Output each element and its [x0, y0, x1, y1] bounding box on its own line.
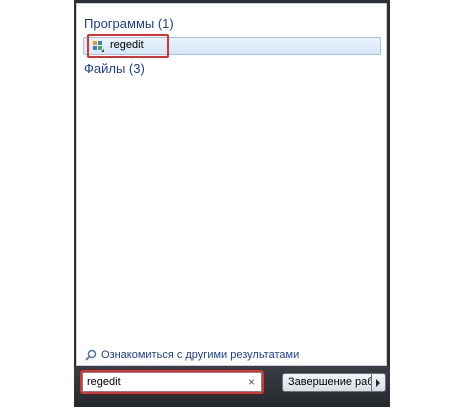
result-item-regedit[interactable]: regedit — [83, 37, 381, 55]
shutdown-button[interactable]: Завершение раб — [282, 373, 372, 392]
chevron-right-icon[interactable] — [372, 373, 386, 392]
group-header-files: Файлы (3) — [84, 61, 145, 76]
start-menu-bottom-bar: × Завершение раб — [74, 366, 390, 407]
more-results-label: Ознакомиться с другими результатами — [101, 349, 300, 361]
start-menu: Программы (1) regedit Файлы (3) Ознакоми… — [74, 0, 390, 407]
group-header-programs: Программы (1) — [84, 16, 174, 31]
search-box[interactable]: × — [82, 372, 262, 392]
result-item-label: regedit — [110, 39, 144, 51]
search-icon — [85, 349, 97, 361]
search-input[interactable] — [87, 374, 237, 390]
close-icon[interactable]: × — [248, 374, 255, 390]
regedit-icon — [93, 41, 104, 52]
search-results-pane: Программы (1) regedit Файлы (3) Ознакоми… — [76, 3, 387, 366]
